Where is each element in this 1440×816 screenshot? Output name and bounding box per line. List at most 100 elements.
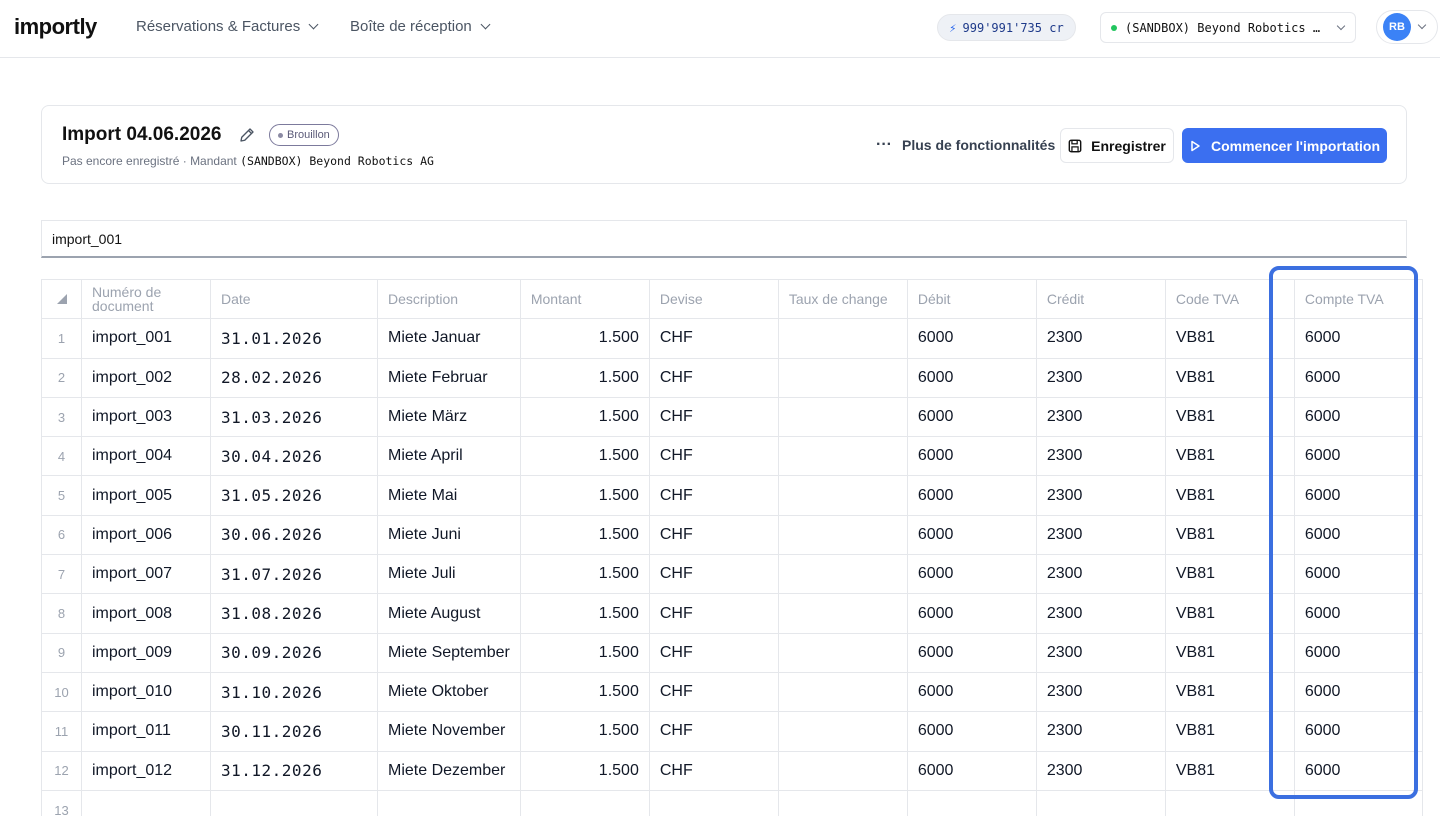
- cell-document-number[interactable]: import_009: [81, 632, 211, 673]
- cell-date[interactable]: 31.10.2026: [210, 671, 378, 713]
- column-header-currency[interactable]: Devise: [648, 278, 779, 320]
- cell-date[interactable]: 31.03.2026: [210, 396, 378, 438]
- cell-vat-code[interactable]: VB81: [1164, 671, 1295, 713]
- cell-date[interactable]: 30.09.2026: [210, 632, 378, 673]
- column-header-description[interactable]: Description: [377, 278, 521, 320]
- tenant-selector[interactable]: (SANDBOX) Beyond Robotics …: [1100, 12, 1356, 43]
- cell-vat-account[interactable]: 6000: [1293, 318, 1423, 359]
- cell-amount[interactable]: 1.500: [519, 711, 650, 752]
- cell-exchange-rate[interactable]: [777, 671, 908, 713]
- cell-vat-code[interactable]: VB81: [1164, 632, 1295, 673]
- cell-currency[interactable]: CHF: [648, 318, 779, 359]
- cell-date[interactable]: 30.11.2026: [210, 711, 378, 752]
- cell-description[interactable]: Miete März: [377, 396, 521, 438]
- cell-amount[interactable]: 1.500: [519, 593, 650, 634]
- cell-document-number[interactable]: import_007: [81, 554, 211, 595]
- cell-description[interactable]: Miete November: [377, 711, 521, 752]
- cell-description[interactable]: Miete Juli: [377, 554, 521, 595]
- save-button[interactable]: Enregistrer: [1060, 128, 1174, 163]
- cell-description[interactable]: Miete Oktober: [377, 671, 521, 713]
- cell-credit[interactable]: 2300: [1035, 750, 1166, 791]
- cell-credit[interactable]: 2300: [1035, 593, 1166, 634]
- cell-currency[interactable]: CHF: [648, 396, 779, 438]
- column-header-date[interactable]: Date: [210, 278, 378, 320]
- cell-vat-account[interactable]: 6000: [1293, 436, 1423, 477]
- cell-amount[interactable]: 1.500: [519, 436, 650, 477]
- cell-date[interactable]: 31.07.2026: [210, 554, 378, 595]
- cell-amount[interactable]: 1.500: [519, 750, 650, 791]
- cell-date[interactable]: [210, 789, 378, 816]
- cell-vat-code[interactable]: VB81: [1164, 711, 1295, 752]
- cell-credit[interactable]: 2300: [1035, 671, 1166, 713]
- cell-exchange-rate[interactable]: [777, 789, 908, 816]
- cell-document-number[interactable]: import_003: [81, 396, 211, 438]
- cell-credit[interactable]: 2300: [1035, 711, 1166, 752]
- cell-debit[interactable]: 6000: [906, 671, 1037, 713]
- nav-bookings-invoices[interactable]: Réservations & Factures: [136, 18, 319, 35]
- cell-currency[interactable]: CHF: [648, 750, 779, 791]
- cell-vat-code[interactable]: VB81: [1164, 554, 1295, 595]
- cell-credit[interactable]: 2300: [1035, 475, 1166, 516]
- cell-credit[interactable]: 2300: [1035, 554, 1166, 595]
- cell-currency[interactable]: CHF: [648, 357, 779, 398]
- cell-exchange-rate[interactable]: [777, 436, 908, 477]
- cell-description[interactable]: [377, 789, 521, 816]
- cell-vat-account[interactable]: 6000: [1293, 514, 1423, 556]
- cell-amount[interactable]: 1.500: [519, 318, 650, 359]
- cell-description[interactable]: Miete September: [377, 632, 521, 673]
- cell-description[interactable]: Miete Januar: [377, 318, 521, 359]
- cell-exchange-rate[interactable]: [777, 396, 908, 438]
- column-header-debit[interactable]: Débit: [906, 278, 1037, 320]
- cell-debit[interactable]: 6000: [906, 475, 1037, 516]
- cell-vat-code[interactable]: VB81: [1164, 475, 1295, 516]
- more-features-button[interactable]: ··· Plus de fonctionnalités: [876, 136, 1055, 154]
- cell-debit[interactable]: 6000: [906, 436, 1037, 477]
- cell-exchange-rate[interactable]: [777, 711, 908, 752]
- cell-credit[interactable]: [1035, 789, 1166, 816]
- cell-description[interactable]: Miete Juni: [377, 514, 521, 556]
- cell-debit[interactable]: 6000: [906, 318, 1037, 359]
- column-header-amount[interactable]: Montant: [519, 278, 650, 320]
- column-header-document-number[interactable]: Numéro de document: [81, 278, 211, 320]
- cell-amount[interactable]: 1.500: [519, 357, 650, 398]
- cell-amount[interactable]: 1.500: [519, 514, 650, 556]
- cell-exchange-rate[interactable]: [777, 475, 908, 516]
- cell-vat-code[interactable]: VB81: [1164, 593, 1295, 634]
- cell-document-number[interactable]: import_008: [81, 593, 211, 634]
- cell-vat-account[interactable]: 6000: [1293, 593, 1423, 634]
- cell-vat-account[interactable]: 6000: [1293, 554, 1423, 595]
- cell-description[interactable]: Miete April: [377, 436, 521, 477]
- cell-vat-account[interactable]: 6000: [1293, 671, 1423, 713]
- cell-description[interactable]: Miete Mai: [377, 475, 521, 516]
- cell-amount[interactable]: [519, 789, 650, 816]
- credits-badge[interactable]: ⚡ 999'991'735 cr: [937, 14, 1076, 41]
- user-menu[interactable]: RB: [1376, 10, 1438, 44]
- cell-vat-code[interactable]: VB81: [1164, 396, 1295, 438]
- cell-currency[interactable]: CHF: [648, 711, 779, 752]
- cell-document-number[interactable]: [81, 789, 211, 816]
- cell-vat-code[interactable]: VB81: [1164, 357, 1295, 398]
- cell-credit[interactable]: 2300: [1035, 514, 1166, 556]
- cell-document-number[interactable]: import_001: [81, 318, 211, 359]
- cell-currency[interactable]: CHF: [648, 593, 779, 634]
- cell-currency[interactable]: CHF: [648, 475, 779, 516]
- cell-exchange-rate[interactable]: [777, 357, 908, 398]
- cell-exchange-rate[interactable]: [777, 554, 908, 595]
- app-logo[interactable]: importly: [14, 14, 97, 40]
- cell-vat-account[interactable]: 6000: [1293, 357, 1423, 398]
- cell-debit[interactable]: 6000: [906, 750, 1037, 791]
- cell-date[interactable]: 31.05.2026: [210, 475, 378, 516]
- cell-date[interactable]: 31.12.2026: [210, 750, 378, 791]
- cell-vat-account[interactable]: 6000: [1293, 750, 1423, 791]
- cell-vat-account[interactable]: 6000: [1293, 632, 1423, 673]
- cell-credit[interactable]: 2300: [1035, 632, 1166, 673]
- cell-document-number[interactable]: import_011: [81, 711, 211, 752]
- cell-debit[interactable]: 6000: [906, 593, 1037, 634]
- column-header-exchange-rate[interactable]: Taux de change: [777, 278, 908, 320]
- cell-currency[interactable]: CHF: [648, 514, 779, 556]
- cell-date[interactable]: 31.08.2026: [210, 593, 378, 634]
- cell-date[interactable]: 30.04.2026: [210, 436, 378, 477]
- cell-credit[interactable]: 2300: [1035, 318, 1166, 359]
- cell-exchange-rate[interactable]: [777, 593, 908, 634]
- cell-exchange-rate[interactable]: [777, 632, 908, 673]
